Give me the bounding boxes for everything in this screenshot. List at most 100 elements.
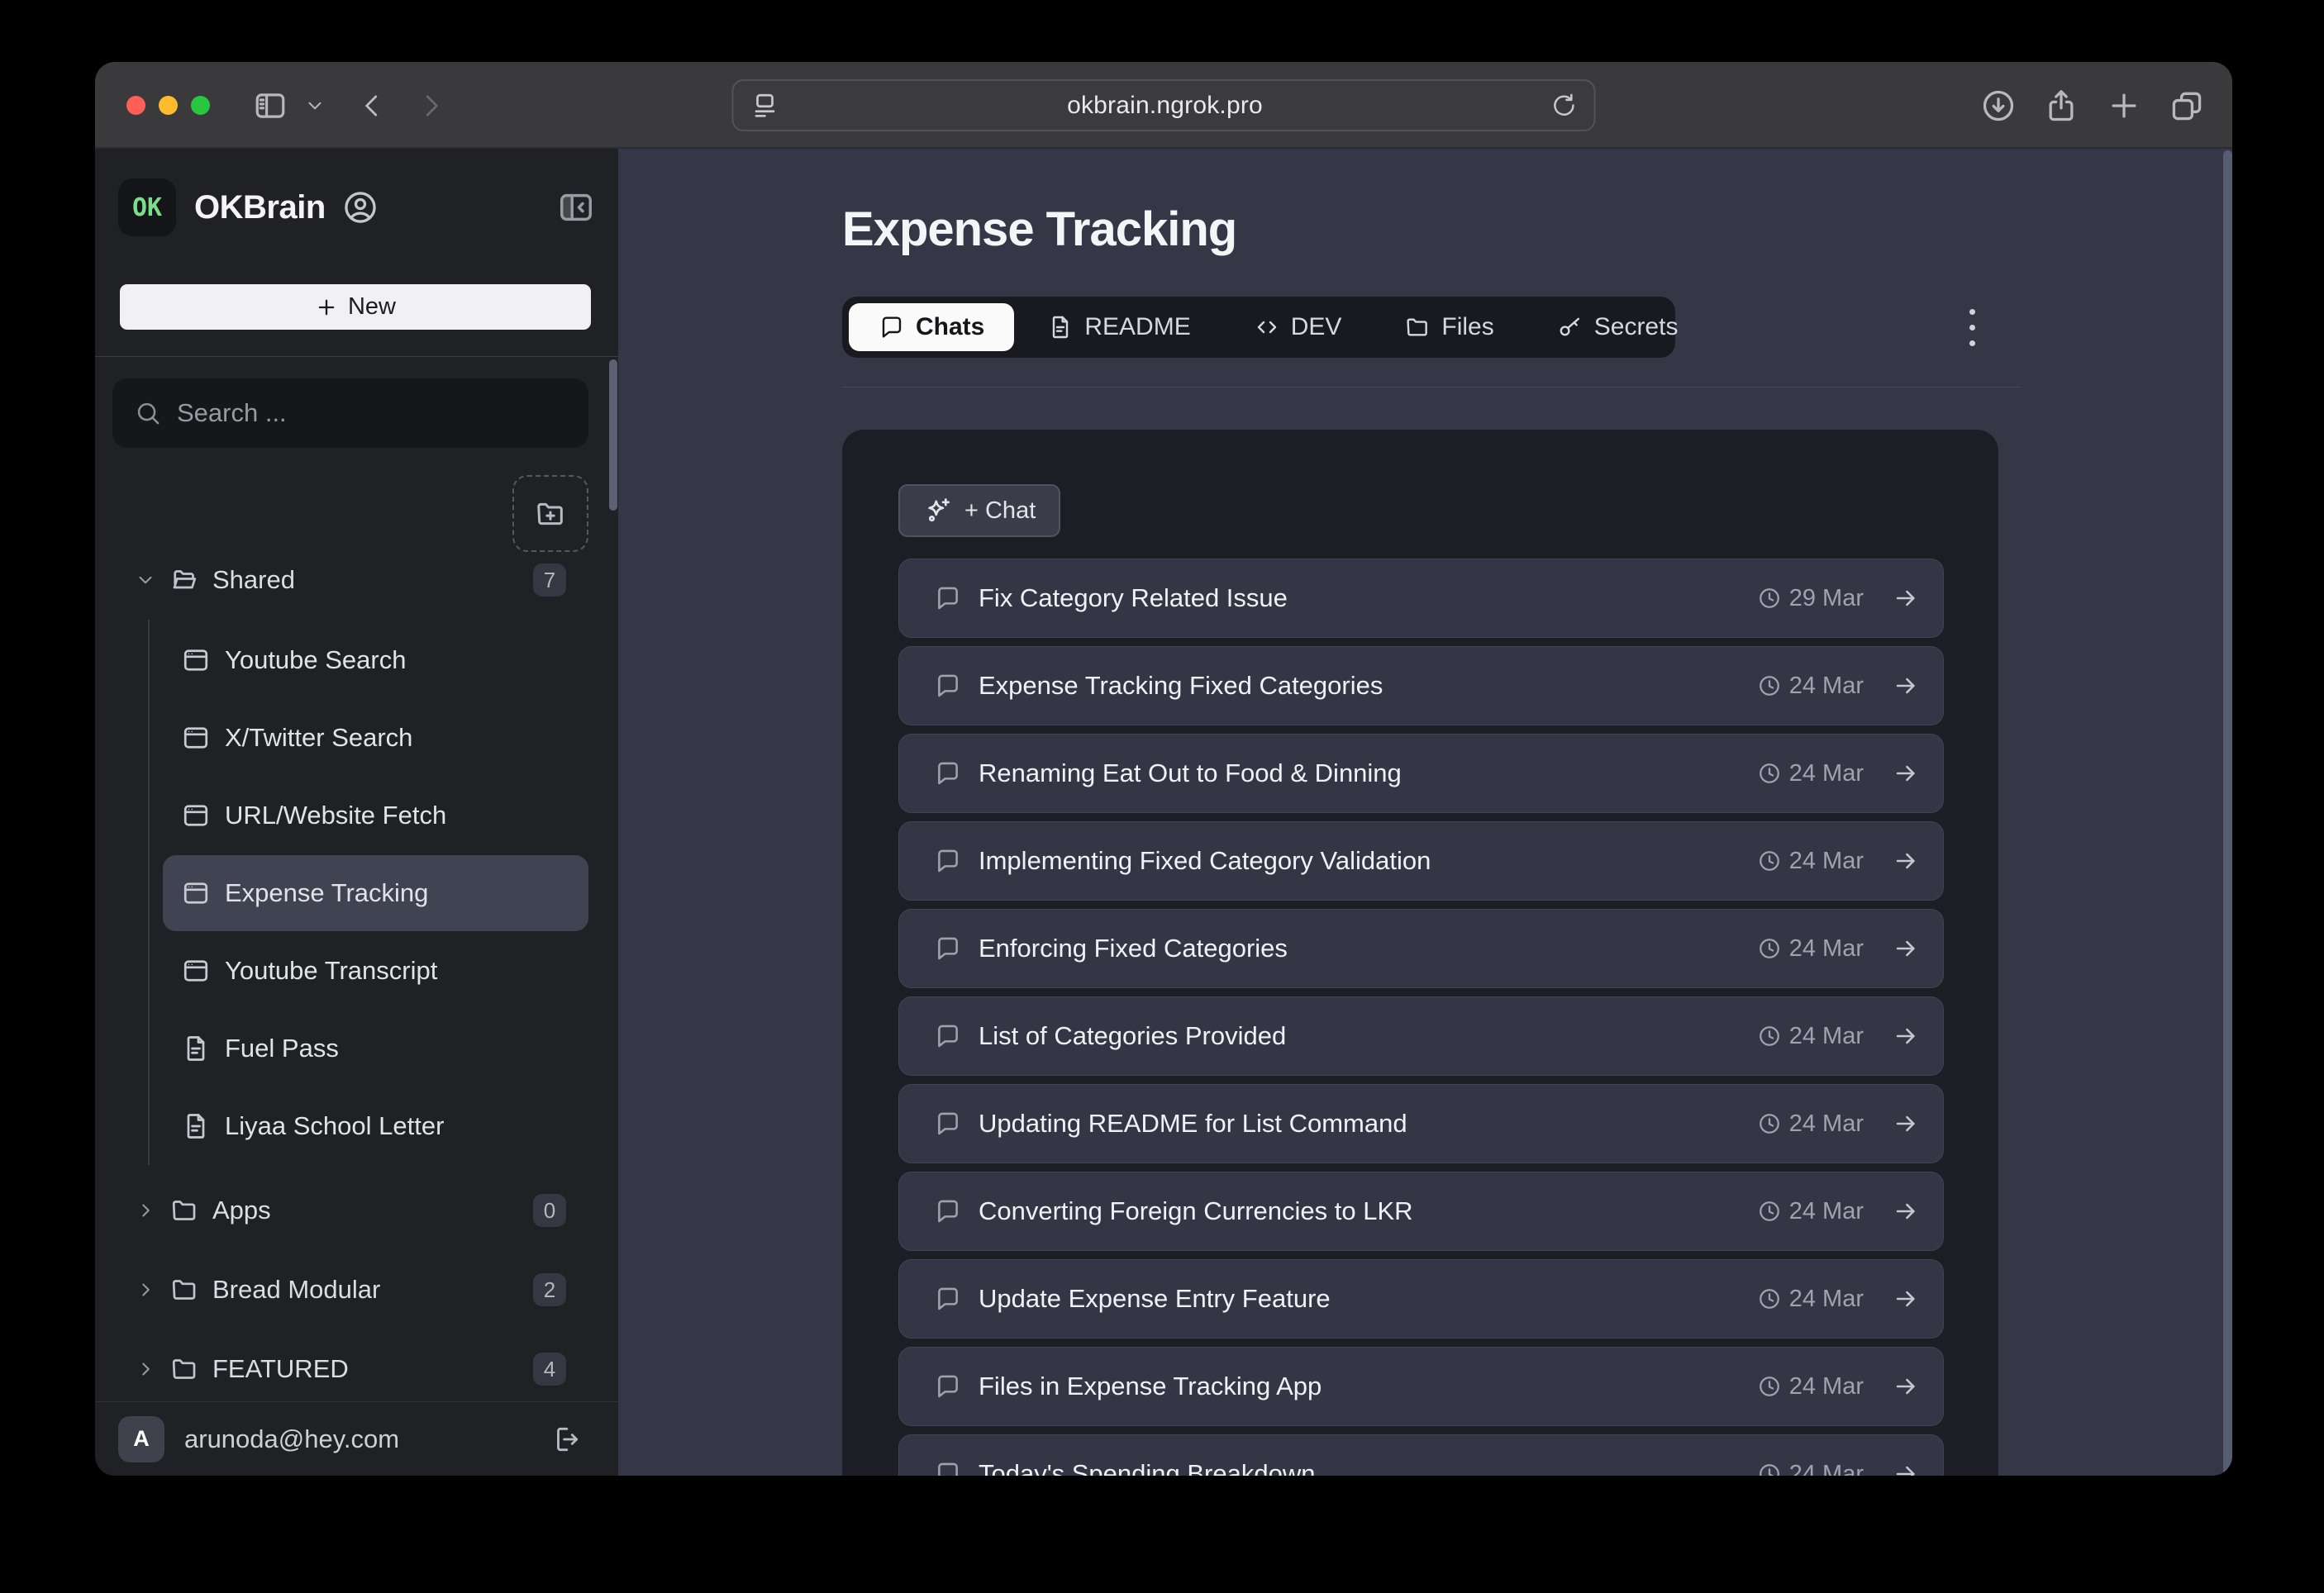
tab-files[interactable]: Files [1374,303,1523,351]
item-label: X/Twitter Search [225,723,412,753]
tab-overview-icon[interactable] [2169,88,2205,124]
chat-row[interactable]: Updating README for List Command 24 Mar [898,1084,1944,1163]
collapse-sidebar-icon[interactable] [557,188,595,226]
close-window-button[interactable] [126,96,145,115]
chat-row[interactable]: Expense Tracking Fixed Categories 24 Mar [898,646,1944,725]
avatar: A [118,1416,164,1462]
folder-icon [169,1354,199,1384]
chevron-down-icon[interactable] [304,62,326,149]
clock-icon [1757,1286,1782,1311]
chat-row[interactable]: Renaming Eat Out to Food & Dinning 24 Ma… [898,734,1944,813]
chat-date: 24 Mar [1789,1110,1864,1138]
chat-date: 24 Mar [1789,1023,1864,1050]
arrow-right-icon[interactable] [1892,1285,1920,1313]
chat-bubble-icon [934,584,962,612]
chevron-down-icon[interactable] [135,569,156,591]
chat-row[interactable]: Files in Expense Tracking App 24 Mar [898,1347,1944,1426]
tab-readme[interactable]: README [1017,303,1220,351]
chat-title: Updating README for List Command [979,1109,1407,1139]
clock-icon [1757,1111,1782,1136]
page-scrollbar[interactable] [2223,150,2232,1476]
sidebar-folder-shared[interactable]: Shared 7 [95,559,618,602]
add-folder-button[interactable] [512,475,588,552]
window-icon [181,645,211,675]
chat-date: 24 Mar [1789,673,1864,700]
sidebar-item-expense-tracking[interactable]: Expense Tracking [95,854,618,932]
arrow-right-icon[interactable] [1892,1110,1920,1138]
chat-list: Fix Category Related Issue 29 Mar Expens… [898,559,1944,1476]
sidebar-item-youtube-search[interactable]: Youtube Search [95,621,618,699]
chevron-right-icon[interactable] [135,1200,156,1221]
chats-card: + Chat Fix Category Related Issue 29 Mar… [842,430,1998,1476]
new-tab-icon[interactable] [2106,88,2142,124]
chat-date: 29 Mar [1789,585,1864,612]
tab-dev[interactable]: DEV [1224,303,1372,351]
folder-icon [1404,314,1431,340]
chat-row[interactable]: Update Expense Entry Feature 24 Mar [898,1259,1944,1339]
chat-row[interactable]: Implementing Fixed Category Validation 2… [898,821,1944,901]
arrow-right-icon[interactable] [1892,584,1920,612]
chat-bubble-icon [879,314,905,340]
sidebar-item-fuel-pass[interactable]: Fuel Pass [95,1010,618,1087]
count-badge: 2 [533,1273,566,1306]
arrow-right-icon[interactable] [1892,934,1920,963]
forward-button[interactable] [416,62,447,149]
chat-row[interactable]: Today's Spending Breakdown 24 Mar [898,1434,1944,1476]
chat-date: 24 Mar [1789,1198,1864,1225]
sidebar-folder-bread-modular[interactable]: Bread Modular 2 [95,1268,618,1311]
more-options-icon[interactable] [1957,302,1987,352]
traffic-lights [126,62,210,149]
sidebar-item-youtube-transcript[interactable]: Youtube Transcript [95,932,618,1010]
chat-title: List of Categories Provided [979,1021,1286,1051]
search-input[interactable] [177,398,567,428]
share-icon[interactable] [2043,88,2079,124]
arrow-right-icon[interactable] [1892,847,1920,875]
sidebar-folder-featured[interactable]: FEATURED 4 [95,1348,618,1391]
sidebar-scrollbar[interactable] [609,359,617,511]
zoom-window-button[interactable] [191,96,210,115]
tab-secrets[interactable]: Secrets [1527,303,1708,351]
toolbar-actions [1980,62,2205,149]
search-icon [134,399,162,427]
new-chat-button[interactable]: + Chat [898,484,1060,537]
logout-icon[interactable] [550,1424,582,1455]
sidebar-item-liyaa-school-letter[interactable]: Liyaa School Letter [95,1087,618,1165]
chat-date: 24 Mar [1789,935,1864,963]
back-button[interactable] [356,62,388,149]
arrow-right-icon[interactable] [1892,1460,1920,1476]
arrow-right-icon[interactable] [1892,1022,1920,1050]
arrow-right-icon[interactable] [1892,759,1920,787]
reload-icon[interactable] [1550,92,1578,119]
chevron-right-icon[interactable] [135,1279,156,1301]
chat-row[interactable]: Converting Foreign Currencies to LKR 24 … [898,1172,1944,1251]
chevron-right-icon[interactable] [135,1358,156,1380]
downloads-icon[interactable] [1980,88,2017,124]
address-bar[interactable]: okbrain.ngrok.pro [732,79,1596,131]
count-badge: 0 [533,1194,566,1227]
sidebar-toggle-icon[interactable] [253,62,288,149]
minimize-window-button[interactable] [159,96,178,115]
chat-bubble-icon [934,672,962,700]
tab-chats[interactable]: Chats [849,303,1014,351]
arrow-right-icon[interactable] [1892,1197,1920,1225]
arrow-right-icon[interactable] [1892,1372,1920,1400]
folder-icon [169,1196,199,1225]
chat-row[interactable]: Enforcing Fixed Categories 24 Mar [898,909,1944,988]
page-title: Expense Tracking [842,202,1236,257]
new-button[interactable]: New [120,284,591,330]
section-divider [842,387,2021,388]
user-circle-icon[interactable] [342,189,379,226]
chat-date: 24 Mar [1789,848,1864,875]
tab-label: Files [1441,313,1493,341]
tab-label: Chats [916,313,984,341]
chat-row[interactable]: Fix Category Related Issue 29 Mar [898,559,1944,638]
sidebar-item-url-website-fetch[interactable]: URL/Website Fetch [95,777,618,854]
page-format-icon[interactable] [750,91,780,121]
document-icon [181,1111,211,1141]
arrow-right-icon[interactable] [1892,672,1920,700]
folder-label: Bread Modular [212,1275,380,1305]
sidebar-folder-apps[interactable]: Apps 0 [95,1189,618,1232]
sidebar-item-x-twitter-search[interactable]: X/Twitter Search [95,699,618,777]
chat-row[interactable]: List of Categories Provided 24 Mar [898,996,1944,1076]
clock-icon [1757,1462,1782,1476]
